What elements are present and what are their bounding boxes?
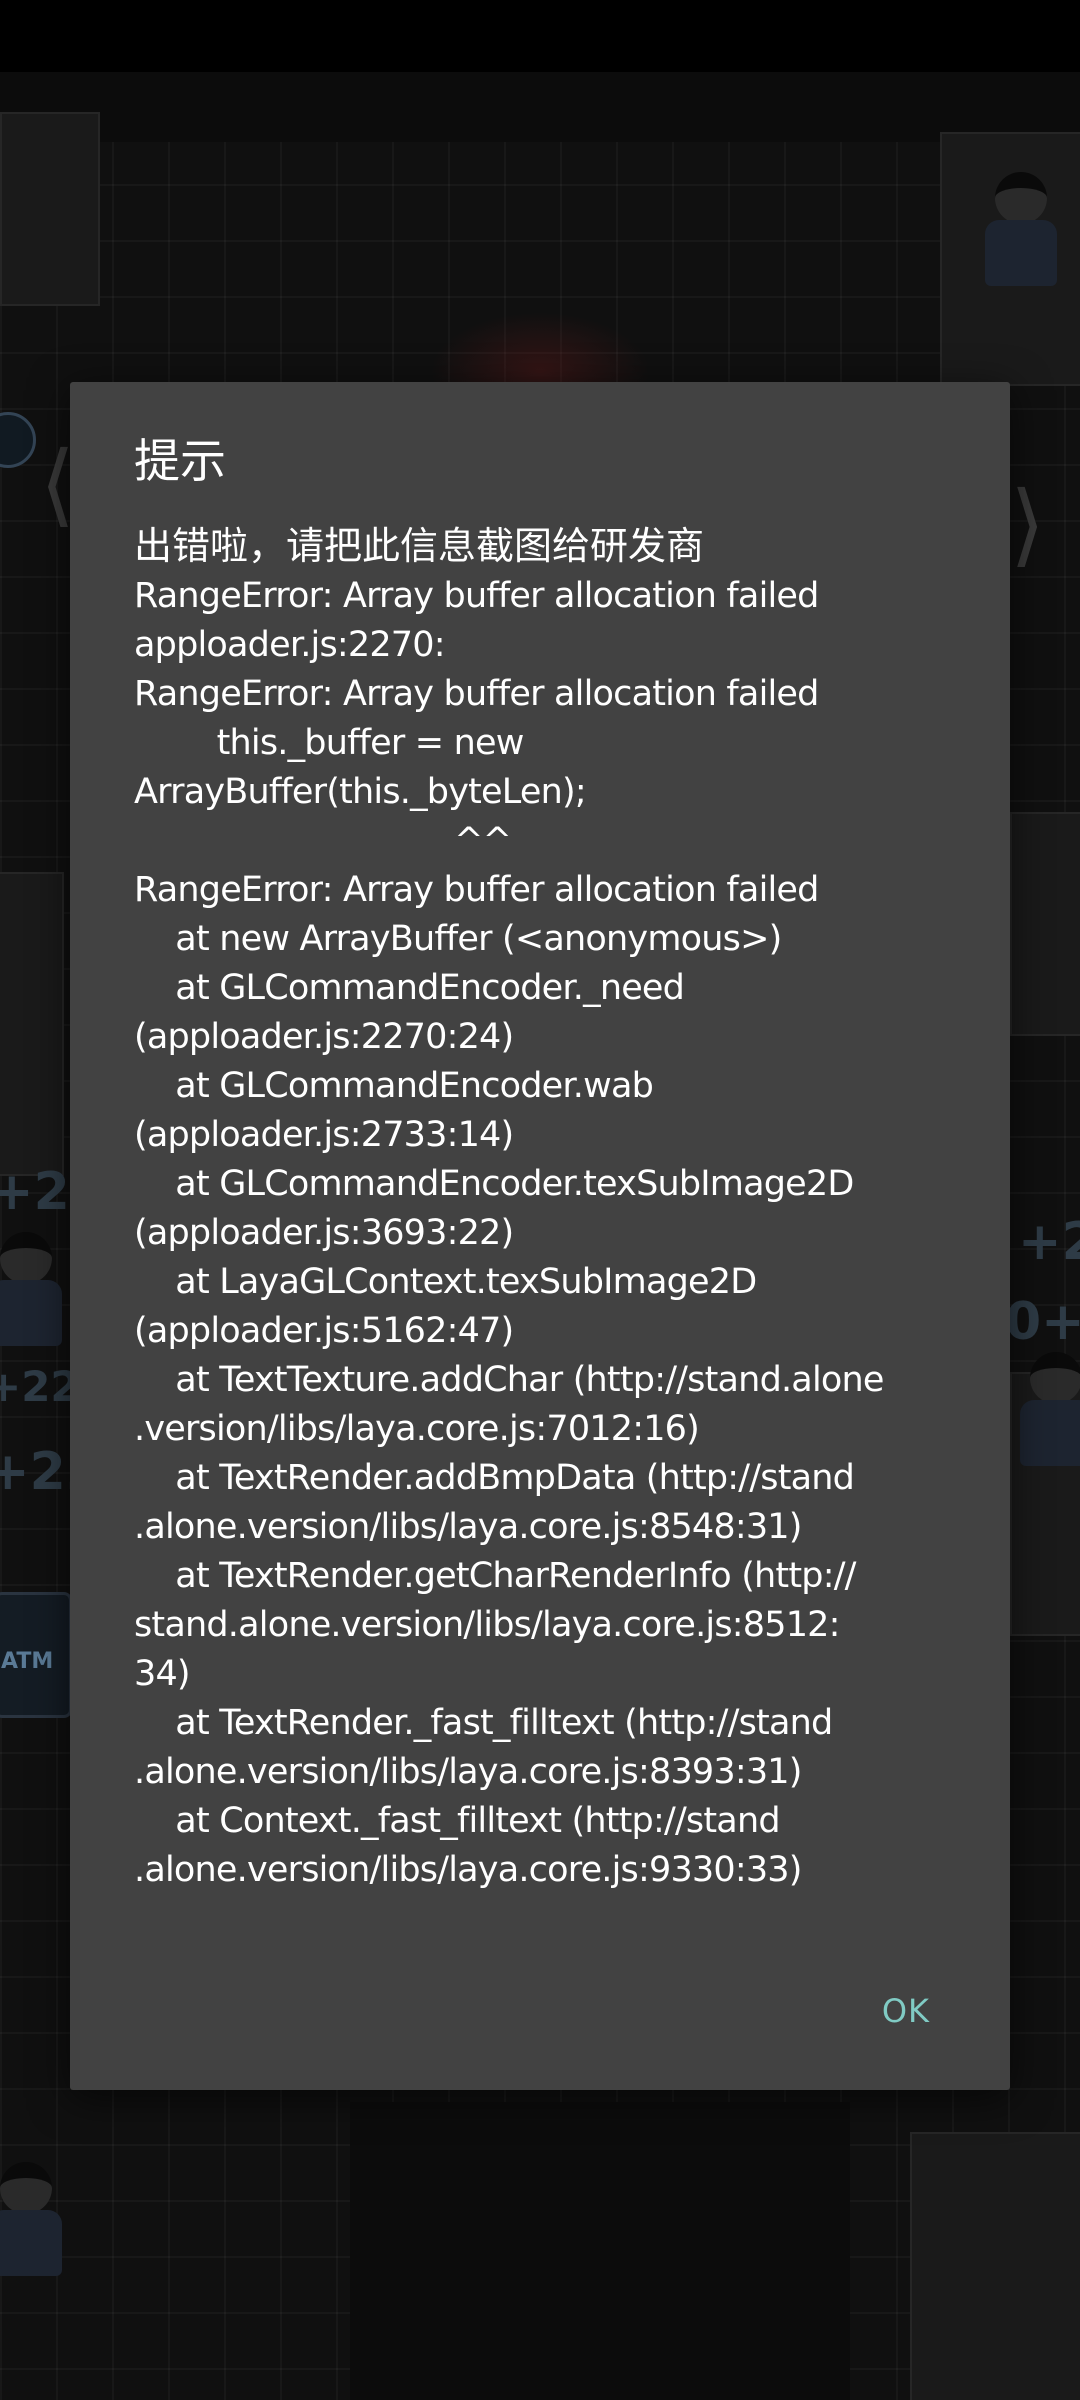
error-message-line: RangeError: Array buffer allocation fail… xyxy=(134,674,819,714)
character-sprite xyxy=(0,2162,70,2282)
error-message-line: .alone.version/libs/laya.core.js:9330:33… xyxy=(134,1850,802,1890)
error-message-line: RangeError: Array buffer allocation fail… xyxy=(134,870,819,910)
dialog-title: 提示 xyxy=(134,434,226,488)
error-message-line: RangeError: Array buffer allocation fail… xyxy=(134,576,819,616)
coin-icon xyxy=(0,412,36,468)
error-message-line: (apploader.js:2733:14) xyxy=(134,1115,514,1155)
floating-score: +2 xyxy=(1018,1212,1080,1272)
character-sprite xyxy=(0,1232,70,1352)
error-message-line: apploader.js:2270: xyxy=(134,625,446,665)
error-message-line: at TextTexture.addChar (http://stand.alo… xyxy=(134,1360,884,1400)
error-message-line: .version/libs/laya.core.js:7012:16) xyxy=(134,1409,700,1449)
error-message-line: stand.alone.version/libs/laya.core.js:85… xyxy=(134,1605,840,1645)
error-message-line: .alone.version/libs/laya.core.js:8393:31… xyxy=(134,1752,802,1792)
error-message-line: at TextRender._fast_filltext (http://sta… xyxy=(134,1703,833,1743)
ok-button[interactable]: OK xyxy=(882,1984,930,2038)
error-message-line: at GLCommandEncoder.wab xyxy=(134,1066,654,1106)
error-message-line: at LayaGLContext.texSubImage2D xyxy=(134,1262,757,1302)
error-dialog: 提示 出错啦，请把此信息截图给研发商 RangeError: Array buf… xyxy=(70,382,1010,2090)
dialog-message: 出错啦，请把此信息截图给研发商 RangeError: Array buffer… xyxy=(134,522,954,1895)
error-message-line: 34) xyxy=(134,1654,191,1694)
bg-panel xyxy=(910,2132,1080,2400)
error-message-line: (apploader.js:2270:24) xyxy=(134,1017,514,1057)
character-sprite xyxy=(1010,1352,1080,1472)
bg-panel xyxy=(1010,812,1080,1036)
floating-score: +22 xyxy=(0,1362,80,1411)
atm-machine: ATM xyxy=(0,1592,72,1718)
bg-floor xyxy=(350,2102,850,2400)
bg-wall xyxy=(0,72,1080,142)
error-stack-trace: RangeError: Array buffer allocation fail… xyxy=(134,572,954,1895)
bg-panel xyxy=(0,112,100,306)
bg-decoration: ⟩ xyxy=(1010,472,1046,577)
atm-label: ATM xyxy=(1,1649,54,1674)
status-bar xyxy=(0,0,1080,72)
error-message-line: at new ArrayBuffer (<anonymous>) xyxy=(134,919,782,959)
dialog-actions: OK xyxy=(882,1984,930,2038)
error-message-line: .alone.version/libs/laya.core.js:8548:31… xyxy=(134,1507,802,1547)
error-message-line: (apploader.js:5162:47) xyxy=(134,1311,514,1351)
character-sprite xyxy=(975,172,1065,292)
bg-panel xyxy=(0,872,64,1176)
error-message-line: at Context._fast_filltext (http://stand xyxy=(134,1801,780,1841)
error-message-line: (apploader.js:3693:22) xyxy=(134,1213,514,1253)
error-message-line: at GLCommandEncoder._need xyxy=(134,968,685,1008)
error-message-line: at TextRender.getCharRenderInfo (http:// xyxy=(134,1556,856,1596)
error-message-line: this._buffer = new xyxy=(134,723,525,763)
error-message-line: at TextRender.addBmpData (http://stand xyxy=(134,1458,855,1498)
floating-score: 0+2 xyxy=(1005,1292,1080,1352)
error-message-line: ^^ xyxy=(134,821,512,861)
error-header-line: 出错啦，请把此信息截图给研发商 xyxy=(134,524,705,568)
error-message-line: ArrayBuffer(this._byteLen); xyxy=(134,772,587,812)
error-message-line: at GLCommandEncoder.texSubImage2D xyxy=(134,1164,854,1204)
